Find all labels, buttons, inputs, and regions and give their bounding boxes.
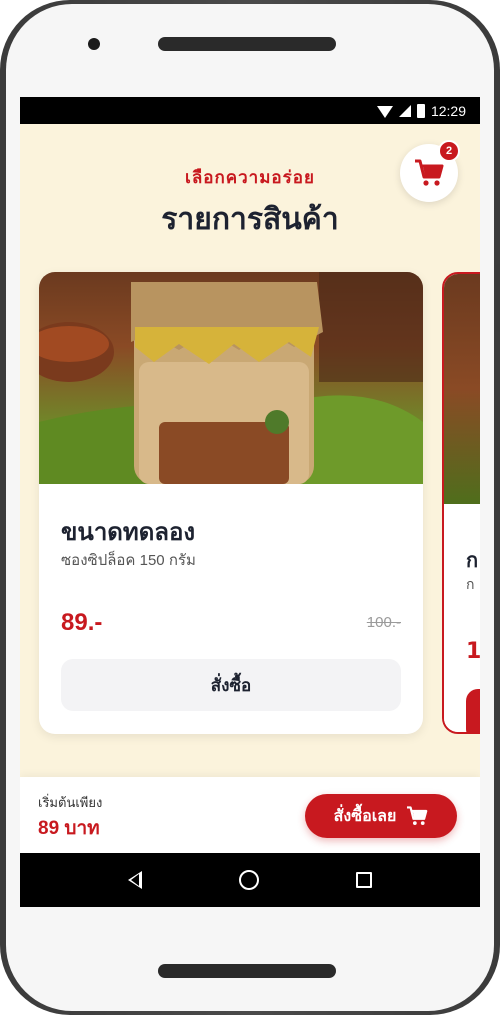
product-card[interactable]: ขนาดทดลอง ซองซิปล็อค 150 กรัม 89.- 100.-… [39,272,423,734]
product-name: ขนาดทดลอง [61,519,196,546]
product-card-body: ขนาดทดลอง ซองซิปล็อค 150 กรัม 89.- 100.-… [39,484,423,734]
front-camera [88,38,100,50]
product-image-next [444,274,480,504]
bottom-speaker [158,964,336,978]
product-price: 89.- [61,609,103,636]
battery-icon [416,103,425,118]
product-price-next: 1 [466,639,480,664]
screen: 12:29 เลือกความอร่อย รายการสินค้า 2 ขนาด… [20,97,480,907]
page-title: รายการสินค้า [161,203,339,236]
order-button-next[interactable] [466,689,480,732]
android-nav-bar [20,853,480,907]
start-price-label: เริ่มต้นเพียง [38,795,103,810]
product-old-price: 100.- [366,614,401,631]
signal-icon [398,104,411,117]
product-photo [39,272,423,484]
back-icon[interactable] [128,871,143,889]
volume-button [496,264,500,332]
app-content: เลือกความอร่อย รายการสินค้า 2 ขนาดทดลอง … [20,124,480,777]
cart-icon [415,159,444,186]
buy-now-label: สั่งซื้อเลย [333,807,397,825]
order-button[interactable]: สั่งซื้อ [61,659,401,711]
product-description-next: ก [466,577,475,593]
home-icon[interactable] [238,870,259,890]
cart-button[interactable]: 2 [400,140,460,202]
product-description: ซองซิปล็อค 150 กรัม [61,552,196,569]
power-button [496,400,500,510]
start-price-value: 89 บาท [38,818,100,839]
bottom-bar: เริ่มต้นเพียง 89 บาท สั่งซื้อเลย [20,777,480,853]
cart-icon [407,806,428,825]
cart-count-badge: 2 [438,140,460,162]
phone-frame: 12:29 เลือกความอร่อย รายการสินค้า 2 ขนาด… [0,0,500,1015]
top-speaker [158,37,336,51]
product-image [39,272,423,484]
wifi-icon [376,105,393,118]
status-bar: 12:29 [20,97,480,124]
status-time: 12:29 [430,102,466,119]
product-card-next[interactable]: ก ก 1 [442,272,480,734]
product-name-next: ก [466,548,479,572]
buy-now-button[interactable]: สั่งซื้อเลย [305,794,457,838]
recent-apps-icon[interactable] [355,872,372,888]
